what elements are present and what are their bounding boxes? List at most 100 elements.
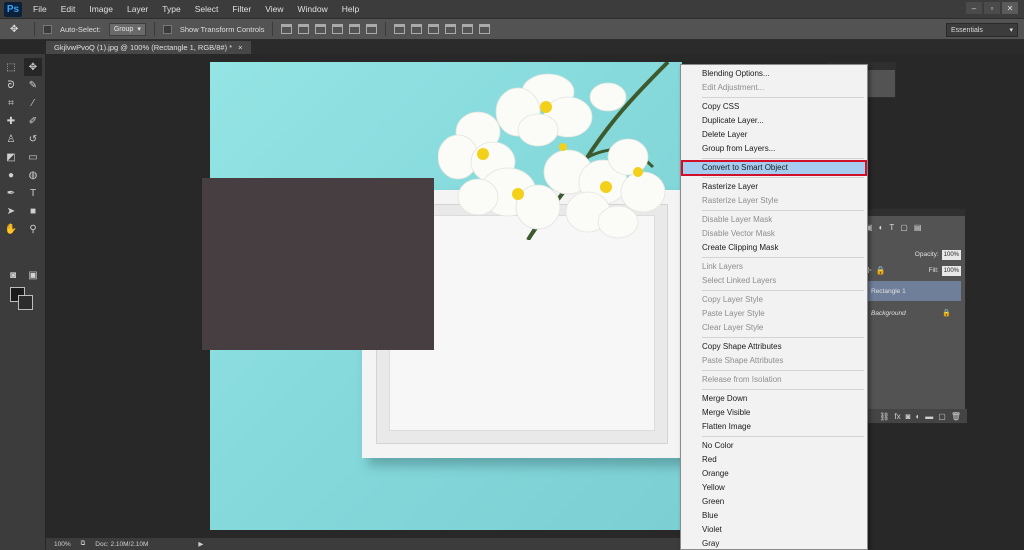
align-vcenter-icon[interactable] [298,24,310,34]
quick-mask-icon[interactable]: ◙ [4,266,22,284]
trash-icon[interactable]: 🗑 [951,412,961,421]
maximize-button[interactable]: ▫ [984,2,1000,14]
type-tool-icon[interactable]: T [24,184,42,202]
layer-style-icon[interactable]: fx [894,412,900,421]
layer-row-background[interactable]: Background 🔒 [865,303,961,323]
context-menu-item-yellow[interactable]: Yellow [681,481,867,495]
align-bottom-icon[interactable] [315,24,327,34]
hand-tool-icon[interactable]: ✋ [2,220,20,238]
context-menu-item-group-from-layers[interactable]: Group from Layers... [681,142,867,156]
distribute-bottom-icon[interactable] [428,24,440,34]
close-button[interactable]: ✕ [1002,2,1018,14]
minimize-button[interactable]: – [966,2,982,14]
menu-window[interactable]: Window [290,4,334,14]
transform-controls-checkbox[interactable] [162,24,172,34]
context-menu-item-flatten-image[interactable]: Flatten Image [681,420,867,434]
close-icon[interactable]: × [238,43,242,52]
filter-shape-icon[interactable]: ▢ [900,223,908,232]
zoom-level[interactable]: 100% [54,541,71,548]
context-menu-item-red[interactable]: Red [681,453,867,467]
adjustment-layer-icon[interactable]: ◐ [915,412,920,421]
blur-tool-icon[interactable]: ● [2,166,20,184]
path-selection-tool-icon[interactable]: ➤ [2,202,20,220]
dodge-tool-icon[interactable]: ◍ [24,166,42,184]
screen-mode-icon[interactable]: ▣ [24,266,42,284]
brush-tool-icon[interactable]: ✐ [24,112,42,130]
context-menu-item-convert-to-smart-object[interactable]: Convert to Smart Object [681,160,867,176]
context-menu-item-gray[interactable]: Gray [681,537,867,550]
menu-edit[interactable]: Edit [54,4,83,14]
context-menu-item-delete-layer[interactable]: Delete Layer [681,128,867,142]
new-layer-icon[interactable]: ▢ [938,412,946,421]
context-menu-item-create-clipping-mask[interactable]: Create Clipping Mask [681,241,867,255]
lock-all-icon[interactable]: 🔒 [876,266,886,275]
fill-control[interactable]: Fill: 100% [899,265,961,276]
context-menu-item-violet[interactable]: Violet [681,523,867,537]
eyedropper-tool-icon[interactable]: ⁄ [24,94,42,112]
distribute-right-icon[interactable] [479,24,491,34]
context-menu-item-merge-visible[interactable]: Merge Visible [681,406,867,420]
layer-mask-icon[interactable]: ◙ [906,412,911,421]
lasso-tool-icon[interactable]: ᘐ [2,76,20,94]
distribute-left-icon[interactable] [445,24,457,34]
context-menu-item-rasterize-layer-style: Rasterize Layer Style [702,196,779,205]
menu-filter[interactable]: Filter [225,4,258,14]
eraser-tool-icon[interactable]: ◩ [2,148,20,166]
align-right-icon[interactable] [366,24,378,34]
workspace-select[interactable]: Essentials ▾ [946,23,1018,37]
menu-select[interactable]: Select [188,4,226,14]
filter-type-icon[interactable]: T [889,223,894,232]
status-arrow-icon[interactable]: ▶ [198,540,203,548]
quick-selection-tool-icon[interactable]: ✎ [24,76,42,94]
align-top-icon[interactable] [281,24,293,34]
fill-value[interactable]: 100% [941,265,961,276]
chevron-down-icon: ▾ [1009,27,1013,34]
auto-select-dropdown[interactable]: Group ▾ [108,22,146,36]
new-group-icon[interactable]: ▬ [925,412,933,421]
menu-layer[interactable]: Layer [120,4,155,14]
distribute-hcenter-icon[interactable] [462,24,474,34]
move-tool-icon[interactable]: ✥ [10,22,26,36]
gradient-tool-icon[interactable]: ▭ [24,148,42,166]
move-tool-icon[interactable]: ✥ [24,58,42,76]
context-menu-item-merge-down[interactable]: Merge Down [681,392,867,406]
opacity-control[interactable]: Opacity: 100% [899,249,961,260]
context-menu-item-select-linked-layers: Select Linked Layers [702,276,777,285]
context-menu-item-copy-css[interactable]: Copy CSS [681,100,867,114]
menu-file[interactable]: File [26,4,54,14]
context-menu-item-rasterize-layer[interactable]: Rasterize Layer [681,180,867,194]
document-tab[interactable]: GkjlvwPvoQ (1).jpg @ 100% (Rectangle 1, … [46,41,251,54]
distribute-vcenter-icon[interactable] [411,24,423,34]
link-layers-icon[interactable]: ⛓ [879,412,889,421]
align-left-icon[interactable] [332,24,344,34]
layer-row-rectangle-1[interactable]: Rectangle 1 [865,281,961,301]
context-menu-item-copy-shape-attributes[interactable]: Copy Shape Attributes [681,340,867,354]
context-menu-item-no-color[interactable]: No Color [681,439,867,453]
menu-image[interactable]: Image [82,4,120,14]
context-menu-separator [702,436,864,437]
rectangle-tool-icon[interactable]: ■ [24,202,42,220]
distribute-top-icon[interactable] [394,24,406,34]
menu-help[interactable]: Help [335,4,366,14]
marquee-tool-icon[interactable]: ⬚ [2,58,20,76]
filter-adjustment-icon[interactable]: ◐ [879,223,884,232]
context-menu-item-orange[interactable]: Orange [681,467,867,481]
zoom-tool-icon[interactable]: ⚲ [24,220,42,238]
filter-smart-object-icon[interactable]: ▤ [914,223,922,232]
auto-select-checkbox[interactable] [43,24,52,34]
context-menu-item-blending-options[interactable]: Blending Options... [681,67,867,81]
context-menu-item-green[interactable]: Green [681,495,867,509]
crop-tool-icon[interactable]: ⌗ [2,94,20,112]
menu-view[interactable]: View [258,4,290,14]
pen-tool-icon[interactable]: ✒ [2,184,20,202]
context-menu-item-duplicate-layer[interactable]: Duplicate Layer... [681,114,867,128]
healing-brush-tool-icon[interactable]: ✚ [2,112,20,130]
background-color-swatch[interactable] [18,295,33,310]
context-menu-item-blue[interactable]: Blue [681,509,867,523]
menu-type[interactable]: Type [155,4,187,14]
history-brush-tool-icon[interactable]: ↺ [24,130,42,148]
rectangle-1-shape[interactable] [202,178,434,350]
opacity-value[interactable]: 100% [941,249,961,260]
clone-stamp-tool-icon[interactable]: ♙ [2,130,20,148]
align-hcenter-icon[interactable] [349,24,361,34]
